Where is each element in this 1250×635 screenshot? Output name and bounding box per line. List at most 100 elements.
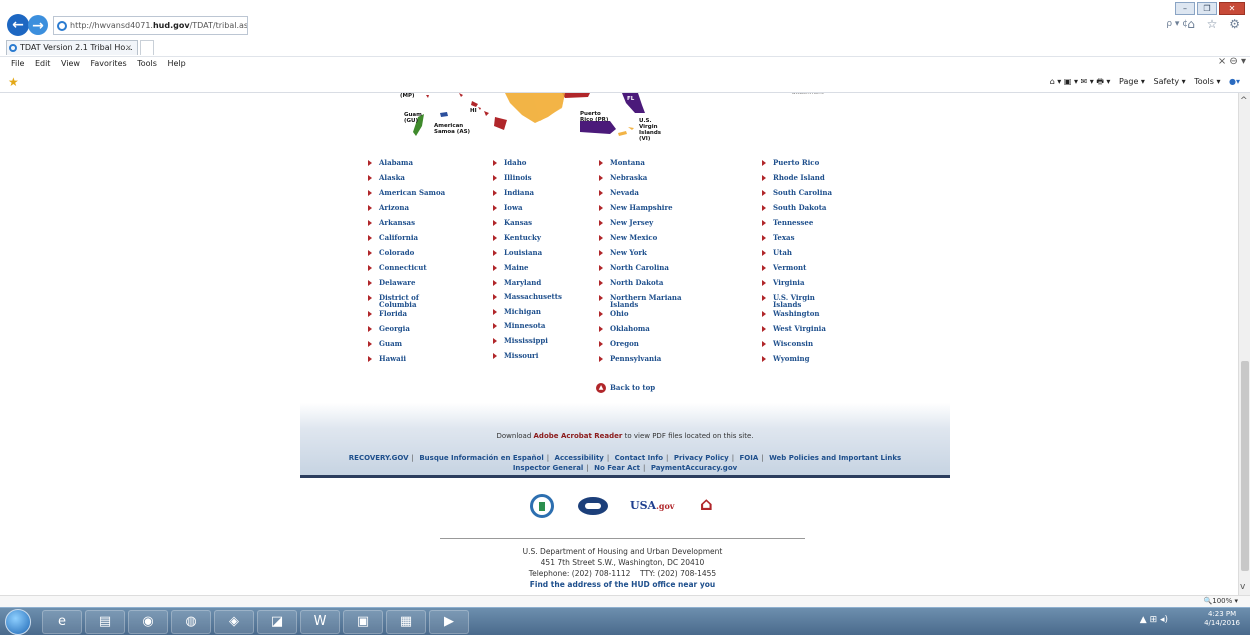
state-link[interactable]: Minnesota (493, 322, 545, 329)
tools-menu[interactable]: Tools ▾ (1194, 77, 1220, 86)
state-link[interactable]: New Hampshire (599, 204, 673, 211)
state-link[interactable]: Iowa (493, 204, 523, 211)
state-link[interactable]: Rhode Island (762, 174, 825, 181)
back-button[interactable]: ← (7, 14, 29, 36)
menu-tools[interactable]: Tools (137, 59, 157, 68)
state-link[interactable]: Michigan (493, 308, 541, 315)
footer-link[interactable]: Privacy Policy (674, 454, 729, 462)
forward-button[interactable]: → (28, 15, 48, 35)
media-player-icon[interactable]: ◉ (128, 610, 168, 634)
footer-link[interactable]: No Fear Act (594, 464, 640, 472)
state-link[interactable]: Mississippi (493, 337, 548, 344)
state-link[interactable]: District of Columbia (368, 294, 438, 308)
state-link[interactable]: Oregon (599, 340, 639, 347)
vertical-scrollbar[interactable]: ^ v (1238, 93, 1250, 595)
state-link[interactable]: Guam (368, 340, 402, 347)
footer-link[interactable]: Inspector General (513, 464, 584, 472)
tab-tdat[interactable]: TDAT Version 2.1 Tribal Ho... × (6, 40, 138, 55)
remote-app-icon[interactable]: ▣ (343, 610, 383, 634)
menu-bar-right-icons[interactable]: × ⊖ ▾ (1218, 56, 1246, 67)
zoom-level[interactable]: 🔍100% ▾ (1204, 597, 1238, 605)
state-link[interactable]: Maine (493, 264, 529, 271)
hud-seal-icon[interactable] (530, 494, 554, 518)
state-link[interactable]: South Carolina (762, 189, 832, 196)
app-icon[interactable]: ◈ (214, 610, 254, 634)
home-favorites-settings-icons[interactable]: ⌂ ☆ ⚙ (1187, 17, 1244, 31)
state-link[interactable]: Massachusetts (493, 293, 562, 300)
internet-explorer-icon[interactable]: e (42, 610, 82, 634)
state-link[interactable]: Maryland (493, 279, 541, 286)
state-link[interactable]: U.S. Virgin Islands (762, 294, 822, 308)
state-link[interactable]: Idaho (493, 159, 526, 166)
state-link[interactable]: Arizona (368, 204, 409, 211)
state-link[interactable]: Connecticut (368, 264, 427, 271)
footer-link[interactable]: Web Policies and Important Links (769, 454, 901, 462)
start-button[interactable] (5, 609, 31, 635)
usa-gov-logo[interactable]: USA.gov (630, 499, 674, 512)
menu-view[interactable]: View (61, 59, 80, 68)
footer-link[interactable]: FOIA (740, 454, 759, 462)
state-link[interactable]: Nebraska (599, 174, 647, 181)
state-link[interactable]: Utah (762, 249, 792, 256)
footer-link[interactable]: Busque Información en Español (419, 454, 543, 462)
state-link[interactable]: Missouri (493, 352, 538, 359)
state-link[interactable]: Tennessee (762, 219, 813, 226)
command-bar-icons[interactable]: ⌂ ▾ ▣ ▾ ✉ ▾ 🖶 ▾ (1050, 77, 1111, 86)
footer-link[interactable]: RECOVERY.GOV (349, 454, 409, 462)
footer-link[interactable]: PaymentAccuracy.gov (651, 464, 737, 472)
address-bar[interactable]: http://hwvansd4071.hud.gov/TDAT/tribal.a… (53, 16, 248, 35)
clock[interactable]: 4:23 PM 4/14/2016 (1204, 610, 1240, 628)
state-link[interactable]: Florida (368, 310, 407, 317)
menu-edit[interactable]: Edit (35, 59, 51, 68)
equal-housing-icon[interactable]: ⌂ (700, 496, 713, 514)
page-menu[interactable]: Page ▾ (1119, 77, 1145, 86)
scroll-down-arrow-icon[interactable]: v (1240, 582, 1245, 592)
state-link[interactable]: Texas (762, 234, 795, 241)
state-link[interactable]: New York (599, 249, 647, 256)
state-link[interactable]: Alaska (368, 174, 405, 181)
system-tray-icons[interactable]: ▲ ⊞ ◂) (1140, 615, 1168, 625)
state-link[interactable]: New Mexico (599, 234, 657, 241)
state-link[interactable]: Wisconsin (762, 340, 813, 347)
safety-menu[interactable]: Safety ▾ (1153, 77, 1185, 86)
back-to-top-link[interactable]: ▲ Back to top (596, 383, 655, 393)
state-link[interactable]: Pennsylvania (599, 355, 661, 362)
footer-link[interactable]: Contact Info (615, 454, 663, 462)
state-link[interactable]: Hawaii (368, 355, 406, 362)
state-link[interactable]: Kansas (493, 219, 532, 226)
state-link[interactable]: Indiana (493, 189, 534, 196)
menu-favorites[interactable]: Favorites (91, 59, 127, 68)
help-icon[interactable]: ●▾ (1229, 77, 1240, 86)
state-link[interactable]: New Jersey (599, 219, 653, 226)
network-app-icon[interactable]: ▶ (429, 610, 469, 634)
white-house-icon[interactable] (578, 497, 608, 515)
menu-file[interactable]: File (11, 59, 24, 68)
state-link[interactable]: Louisiana (493, 249, 542, 256)
state-link[interactable]: Northern Mariana Islands (599, 294, 689, 308)
state-link[interactable]: Virginia (762, 279, 805, 286)
state-link[interactable]: Puerto Rico (762, 159, 819, 166)
menu-help[interactable]: Help (167, 59, 185, 68)
minimize-button[interactable]: – (1175, 2, 1195, 15)
state-link[interactable]: Illinois (493, 174, 532, 181)
acrobat-reader-link[interactable]: Adobe Acrobat Reader (534, 432, 623, 440)
state-link[interactable]: Wyoming (762, 355, 810, 362)
state-link[interactable]: Ohio (599, 310, 629, 317)
state-link[interactable]: West Virginia (762, 325, 826, 332)
state-link[interactable]: California (368, 234, 418, 241)
state-link[interactable]: North Dakota (599, 279, 663, 286)
search-refresh-icons[interactable]: ρ ▾ ¢ (1166, 19, 1188, 29)
new-tab-button[interactable] (140, 40, 154, 55)
word-icon[interactable]: W (300, 610, 340, 634)
state-link[interactable]: Washington (762, 310, 819, 317)
chrome-icon[interactable]: ◍ (171, 610, 211, 634)
archive-app-icon[interactable]: ▦ (386, 610, 426, 634)
state-link[interactable]: South Dakota (762, 204, 826, 211)
scroll-up-arrow-icon[interactable]: ^ (1240, 96, 1248, 106)
tab-close-icon[interactable]: × (125, 41, 132, 55)
favorites-star-icon[interactable]: ★ (8, 75, 19, 89)
file-explorer-icon[interactable]: ▤ (85, 610, 125, 634)
state-link[interactable]: Oklahoma (599, 325, 650, 332)
outlook-icon[interactable]: ◪ (257, 610, 297, 634)
find-office-link[interactable]: Find the address of the HUD office near … (440, 579, 805, 590)
